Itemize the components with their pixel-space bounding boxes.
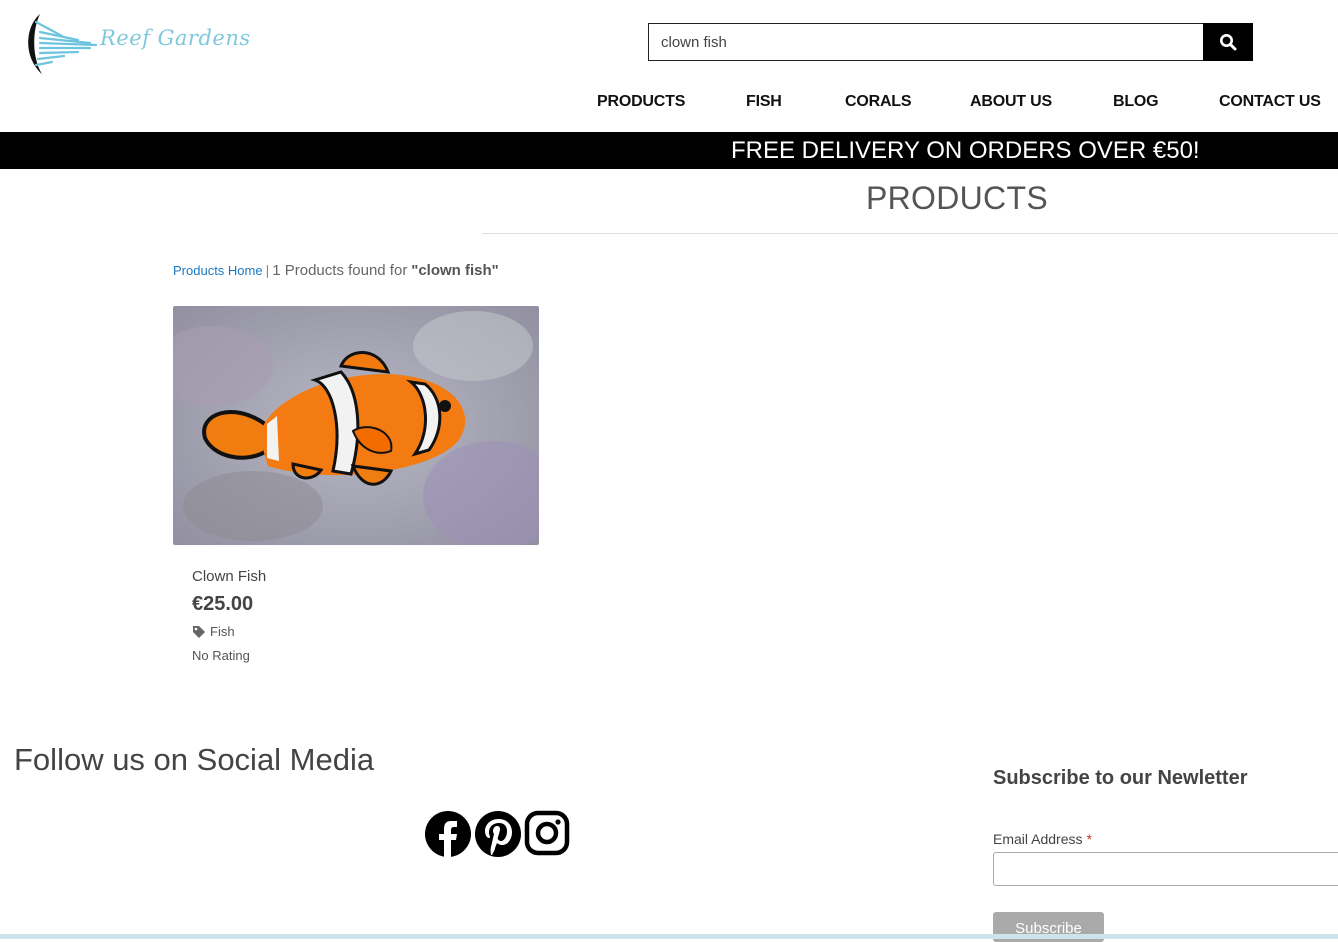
search-box	[648, 23, 1204, 61]
site-logo[interactable]: Reef Gardens	[22, 12, 250, 76]
tag-icon	[193, 625, 205, 638]
product-rating: No Rating	[192, 648, 250, 663]
email-label-text: Email Address	[993, 831, 1083, 847]
search-button[interactable]	[1203, 23, 1253, 61]
social-heading: Follow us on Social Media	[14, 742, 375, 777]
newsletter-heading: Subscribe to our Newletter	[993, 767, 1248, 789]
instagram-icon[interactable]	[524, 810, 570, 856]
email-label: Email Address *	[993, 831, 1092, 847]
search-input[interactable]	[649, 24, 1203, 60]
breadcrumb: Products Home | 1 Products found for "clow…	[173, 262, 499, 279]
page-title: PRODUCTS	[866, 180, 1048, 216]
nav-item-corals[interactable]: CORALS	[845, 93, 912, 111]
email-field[interactable]	[993, 852, 1338, 886]
footer-image-strip	[0, 934, 1338, 939]
product-category[interactable]: Fish	[192, 624, 235, 639]
brand-name: Reef Gardens	[100, 26, 251, 50]
nav-item-blog[interactable]: BLOG	[1113, 93, 1159, 111]
nav-item-contact-us[interactable]: CONTACT US	[1219, 93, 1321, 111]
product-category-label: Fish	[210, 624, 235, 639]
nav-item-products[interactable]: PRODUCTS	[597, 93, 685, 111]
product-image[interactable]	[173, 306, 539, 545]
search-query: "clown fish"	[411, 262, 499, 279]
logo-fish-icon	[28, 14, 98, 74]
nav-item-fish[interactable]: FISH	[746, 93, 782, 111]
results-count: 1 Products found for	[272, 262, 408, 279]
breadcrumb-separator: |	[265, 262, 270, 278]
search-icon	[1220, 34, 1237, 51]
clownfish-photo	[173, 306, 539, 545]
pinterest-icon[interactable]	[474, 810, 521, 857]
breadcrumb-products-home-link[interactable]: Products Home	[173, 263, 263, 278]
promo-banner-text: FREE DELIVERY ON ORDERS OVER €50!	[731, 137, 1200, 164]
facebook-icon[interactable]	[424, 810, 471, 857]
required-marker: *	[1086, 831, 1092, 847]
product-name[interactable]: Clown Fish	[192, 568, 266, 585]
main-nav: PRODUCTS FISH CORALS ABOUT US BLOG CONTA…	[0, 93, 1338, 117]
product-price: €25.00	[192, 593, 254, 615]
nav-item-about-us[interactable]: ABOUT US	[970, 93, 1052, 111]
title-divider	[482, 233, 1338, 234]
promo-banner: FREE DELIVERY ON ORDERS OVER €50!	[0, 132, 1338, 169]
